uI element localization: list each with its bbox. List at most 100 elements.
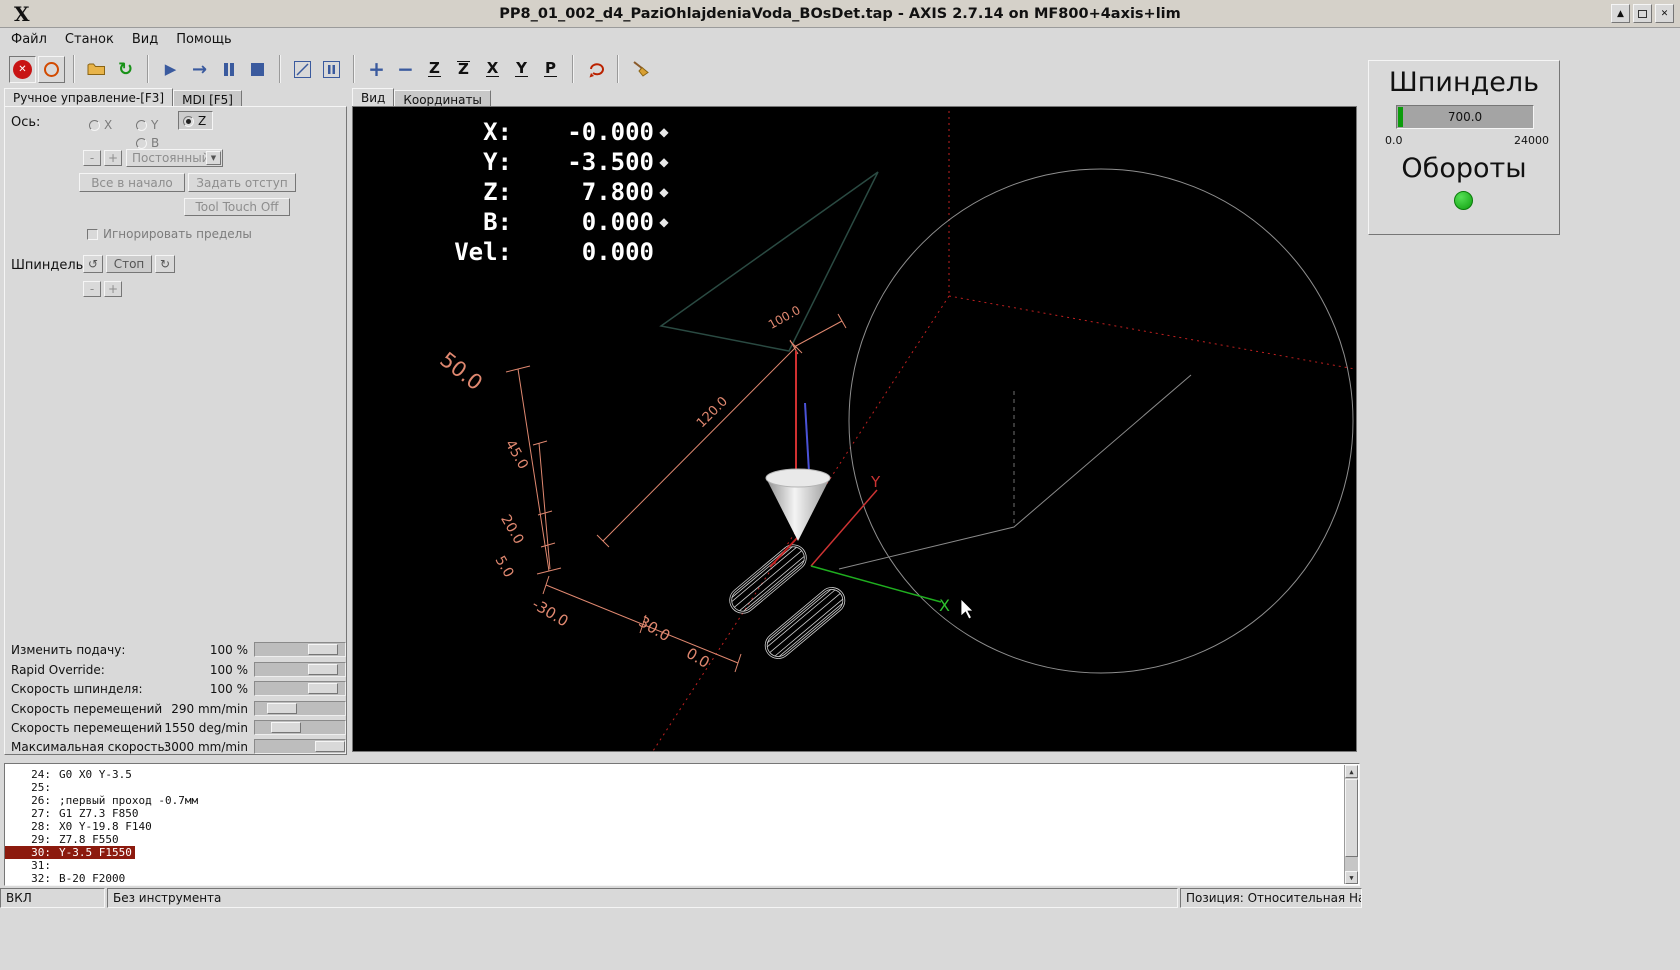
play-icon: ▶ [164,60,177,78]
clear-plot-button[interactable] [627,56,654,83]
spindle-label: Шпиндель: [11,258,88,273]
optional-pause-icon [323,60,340,78]
run-button[interactable]: ▶ [157,56,184,83]
preview-canvas[interactable]: X: -0.000 ◆ Y: -3.500 ◆ Z: 7.800 ◆ B: 0.000 ◆ Ve… [352,106,1357,752]
spindle-max-label: 24000 [1514,134,1549,147]
gcode-line[interactable]: 25: [5,781,1359,794]
view-z-back-button[interactable]: Z [450,56,477,83]
view-x-button[interactable]: X [479,56,506,83]
slider-value: 3000 mm/min [163,740,248,754]
tab-mdi[interactable]: MDI [F5] [173,90,242,107]
scrollbar-thumb[interactable] [1345,779,1358,857]
toolbar-separator [617,55,619,83]
gcode-line[interactable]: 28: X0 Y-19.8 F140 [5,820,1359,833]
slider-handle[interactable] [308,664,338,675]
rapid-override-slider[interactable] [254,662,346,677]
skip-lines-button[interactable] [289,56,316,83]
spindle-plus-button[interactable]: + [104,281,122,297]
touch-off-button[interactable]: Задать отступ [188,173,296,192]
gcode-line[interactable]: 27: G1 Z7.3 F850 [5,807,1359,820]
rotate-view-button[interactable] [582,56,609,83]
max-velocity-row: Максимальная скорость: 3000 mm/min [5,739,348,755]
slider-handle[interactable] [308,644,338,655]
menu-view[interactable]: Вид [123,30,167,49]
spindle-cw-button[interactable]: ↻ [155,255,175,273]
slider-value: 100 % [209,643,248,657]
radio-axis-x[interactable]: X [89,114,112,133]
dro-display: X: -0.000 ◆ Y: -3.500 ◆ Z: 7.800 ◆ B: 0.000 ◆ Ve… [408,117,674,267]
svg-text:30.0: 30.0 [636,613,674,646]
status-position: Позиция: Относительная Насто: [1180,888,1362,908]
view-perspective-icon: P [544,59,557,77]
pause-button[interactable] [215,56,242,83]
zoom-in-button[interactable]: + [363,56,390,83]
stop-button[interactable] [244,56,271,83]
step-button[interactable]: → [186,56,213,83]
open-file-button[interactable] [83,56,110,83]
spindle-ccw-button[interactable]: ↺ [83,255,103,273]
gcode-scrollbar[interactable]: ▲ ▼ [1344,765,1358,884]
jog-plus-button[interactable]: + [104,150,122,166]
slider-handle[interactable] [271,722,301,733]
optional-pause-button[interactable] [318,56,345,83]
gcode-line[interactable]: 24: G0 X0 Y-3.5 [5,768,1359,781]
spindle-min-label: 0.0 [1385,134,1403,147]
angular-jog-speed-row: Скорость перемещений 1550 deg/min [5,720,348,736]
gcode-line[interactable]: 29: Z7.8 F550 [5,833,1359,846]
reload-button[interactable]: ↻ [112,56,139,83]
minimize-button[interactable]: ▲ [1611,4,1630,23]
gcode-line-current[interactable]: 30: Y-3.5 F1550 [5,846,1359,859]
home-all-button[interactable]: Все в начало [79,173,185,192]
spindle-override-slider[interactable] [254,681,346,696]
gcode-line[interactable]: 31: [5,859,1359,872]
radio-axis-z[interactable]: Z [178,111,214,130]
slider-value: 100 % [209,682,248,696]
slider-handle[interactable] [267,703,297,714]
slider-handle[interactable] [308,683,338,694]
view-z-button[interactable]: Z [421,56,448,83]
gcode-line[interactable]: 26: ;первый проход -0.7мм [5,794,1359,807]
toolbar-separator [279,55,281,83]
angular-jog-speed-slider[interactable] [254,720,346,735]
view-perspective-button[interactable]: P [537,56,564,83]
feed-override-slider[interactable] [254,642,346,657]
maximize-button[interactable] [1633,4,1652,23]
homed-icon: ◆ [659,155,669,169]
spindle-stop-button[interactable]: Стоп [106,255,152,273]
window-titlebar: X PP8_01_002_d4_PaziOhlajdeniaVoda_BOsDe… [0,0,1680,28]
jog-speed-slider[interactable] [254,701,346,716]
machine-power-button[interactable] [38,55,65,83]
rotate-ccw-icon: ↺ [87,257,99,271]
tab-view[interactable]: Вид [352,88,395,106]
close-button[interactable]: ✕ [1655,4,1674,23]
jog-speed-row: Скорость перемещений 290 mm/min [5,701,348,717]
jog-mode-select[interactable]: Постоянный ▼ [126,149,223,167]
estop-button[interactable]: ✕ [9,55,36,83]
menu-machine[interactable]: Станок [56,30,123,49]
tool-touch-off-button[interactable]: Tool Touch Off [184,198,290,216]
tab-coordinates[interactable]: Координаты [394,90,491,107]
menu-file[interactable]: Файл [2,30,56,49]
menu-help[interactable]: Помощь [167,30,240,49]
slider-handle[interactable] [315,741,345,752]
view-y-button[interactable]: Y [508,56,535,83]
scroll-down-button[interactable]: ▼ [1345,871,1358,884]
scroll-up-button[interactable]: ▲ [1345,765,1358,778]
spindle-minus-button[interactable]: - [83,281,101,297]
radio-axis-y[interactable]: Y [136,114,158,133]
dro-row-z: Z: 7.800 ◆ [408,177,674,207]
power-icon [44,61,59,77]
jog-minus-button[interactable]: - [83,150,101,166]
spindle-rpm-value: 700.0 [1447,110,1483,124]
zoom-out-button[interactable]: − [392,56,419,83]
chevron-down-icon: ▼ [206,151,221,165]
tab-manual-control[interactable]: Ручное управление-[F3] [4,88,174,106]
view-x-icon: X [485,59,500,77]
radio-icon [89,120,100,131]
max-velocity-slider[interactable] [254,739,346,754]
ignore-limits-checkbox[interactable]: Игнорировать пределы [87,223,252,242]
z-axis-line [804,402,810,473]
gcode-line[interactable]: 32: B-20 F2000 [5,872,1359,885]
rotate-cw-icon: ↻ [159,257,171,271]
toolpath-slot-b [764,587,846,659]
